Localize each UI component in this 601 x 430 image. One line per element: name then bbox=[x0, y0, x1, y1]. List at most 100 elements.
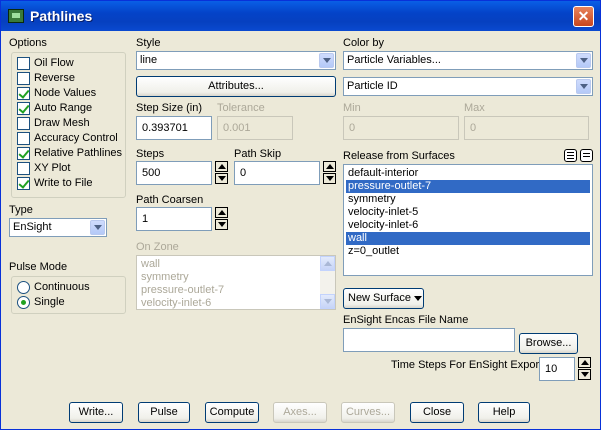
list-item[interactable]: velocity-inlet-5 bbox=[346, 206, 590, 219]
write-to-file-label: Write to File bbox=[34, 177, 93, 189]
attributes-button[interactable]: Attributes... bbox=[136, 76, 336, 97]
chevron-down-icon bbox=[413, 295, 422, 301]
help-button[interactable]: Help bbox=[478, 402, 530, 423]
list-item[interactable]: velocity-inlet-6 bbox=[346, 219, 590, 232]
chevron-down-icon[interactable] bbox=[319, 53, 334, 68]
list-item: wall bbox=[141, 258, 160, 270]
reverse-checkbox[interactable] bbox=[17, 72, 30, 85]
path-skip-spinner[interactable] bbox=[323, 161, 336, 185]
reverse-label: Reverse bbox=[34, 72, 75, 84]
tolerance-value: 0.001 bbox=[223, 122, 251, 134]
browse-button[interactable]: Browse... bbox=[519, 333, 578, 354]
close-window-button[interactable]: ✕ bbox=[573, 6, 594, 27]
path-skip-value: 0 bbox=[240, 167, 247, 179]
xy-plot-label: XY Plot bbox=[34, 162, 71, 174]
window-title: Pathlines bbox=[30, 8, 93, 24]
time-steps-spinner[interactable] bbox=[578, 357, 591, 381]
path-coarsen-increment-button[interactable] bbox=[215, 207, 228, 218]
on-zone-label: On Zone bbox=[136, 241, 179, 253]
steps-decrement-button[interactable] bbox=[215, 173, 228, 184]
close-button[interactable]: Close bbox=[410, 402, 464, 423]
path-coarsen-decrement-button[interactable] bbox=[215, 219, 228, 230]
on-zone-list: wall symmetry pressure-outlet-7 velocity… bbox=[136, 255, 336, 310]
time-steps-decrement-button[interactable] bbox=[578, 369, 591, 380]
deselect-all-icon[interactable] bbox=[580, 149, 593, 162]
path-skip-decrement-button[interactable] bbox=[323, 173, 336, 184]
path-coarsen-value: 1 bbox=[142, 213, 149, 225]
path-coarsen-spinner[interactable] bbox=[215, 207, 228, 231]
pulse-button[interactable]: Pulse bbox=[138, 402, 190, 423]
path-coarsen-input[interactable]: 1 bbox=[136, 207, 212, 231]
title-bar[interactable]: Pathlines ✕ bbox=[1, 1, 600, 31]
node-values-label: Node Values bbox=[34, 87, 97, 99]
path-coarsen-label: Path Coarsen bbox=[136, 194, 204, 206]
write-button[interactable]: Write... bbox=[69, 402, 123, 423]
color-by-variable-dropdown[interactable]: Particle ID bbox=[343, 77, 593, 96]
list-item[interactable]: z=0_outlet bbox=[346, 245, 590, 258]
time-steps-value: 10 bbox=[545, 363, 558, 375]
options-label: Options bbox=[9, 37, 47, 49]
steps-input[interactable]: 500 bbox=[136, 161, 212, 185]
xy-plot-checkbox[interactable] bbox=[17, 162, 30, 175]
single-radio[interactable] bbox=[17, 296, 30, 309]
single-label: Single bbox=[34, 296, 65, 308]
auto-range-label: Auto Range bbox=[34, 102, 93, 114]
steps-value: 500 bbox=[142, 167, 161, 179]
tolerance-input: 0.001 bbox=[217, 116, 293, 140]
select-all-icon[interactable] bbox=[564, 149, 577, 162]
type-dropdown-value: EnSight bbox=[13, 221, 52, 233]
new-surface-label: New Surface bbox=[348, 292, 411, 304]
steps-spinner[interactable] bbox=[215, 161, 228, 185]
steps-label: Steps bbox=[136, 148, 165, 160]
steps-increment-button[interactable] bbox=[215, 161, 228, 172]
list-item[interactable]: default-interior bbox=[346, 167, 590, 180]
relative-pathlines-label: Relative Pathlines bbox=[34, 147, 123, 159]
max-input: 0 bbox=[464, 116, 589, 140]
max-value: 0 bbox=[470, 122, 477, 134]
step-size-input[interactable]: 0.393701 bbox=[136, 116, 212, 140]
chevron-down-icon[interactable] bbox=[576, 79, 591, 94]
write-to-file-checkbox[interactable] bbox=[17, 177, 30, 190]
release-surfaces-list[interactable]: default-interior pressure-outlet-7 symme… bbox=[343, 164, 593, 276]
list-item[interactable]: wall bbox=[346, 232, 590, 245]
list-item[interactable]: pressure-outlet-7 bbox=[346, 180, 590, 193]
release-from-surfaces-label: Release from Surfaces bbox=[343, 150, 455, 162]
color-by-category-value: Particle Variables... bbox=[347, 54, 441, 66]
scroll-down-icon bbox=[320, 294, 335, 309]
time-steps-input[interactable]: 10 bbox=[539, 357, 575, 381]
time-steps-increment-button[interactable] bbox=[578, 357, 591, 368]
min-value: 0 bbox=[349, 122, 356, 134]
curves-button: Curves... bbox=[341, 402, 395, 423]
accuracy-control-label: Accuracy Control bbox=[34, 132, 118, 144]
compute-button[interactable]: Compute bbox=[205, 402, 259, 423]
ensight-file-input[interactable] bbox=[343, 328, 515, 352]
scroll-up-icon bbox=[320, 256, 335, 271]
color-by-label: Color by bbox=[343, 37, 384, 49]
step-size-label: Step Size (in) bbox=[136, 102, 203, 114]
path-skip-label: Path Skip bbox=[234, 148, 282, 160]
type-dropdown[interactable]: EnSight bbox=[9, 218, 107, 237]
chevron-down-icon[interactable] bbox=[90, 220, 105, 235]
auto-range-checkbox[interactable] bbox=[17, 102, 30, 115]
path-skip-increment-button[interactable] bbox=[323, 161, 336, 172]
path-skip-input[interactable]: 0 bbox=[234, 161, 320, 185]
app-icon bbox=[8, 9, 24, 23]
oil-flow-label: Oil Flow bbox=[34, 57, 74, 69]
new-surface-button[interactable]: New Surface bbox=[343, 288, 424, 309]
axes-button: Axes... bbox=[273, 402, 327, 423]
accuracy-control-checkbox[interactable] bbox=[17, 132, 30, 145]
time-steps-label: Time Steps For EnSight Export bbox=[391, 359, 543, 371]
style-dropdown-value: line bbox=[140, 54, 158, 66]
min-label: Min bbox=[343, 102, 361, 114]
tolerance-label: Tolerance bbox=[217, 102, 265, 114]
continuous-radio[interactable] bbox=[17, 281, 30, 294]
color-by-category-dropdown[interactable]: Particle Variables... bbox=[343, 51, 593, 70]
draw-mesh-checkbox[interactable] bbox=[17, 117, 30, 130]
node-values-checkbox[interactable] bbox=[17, 87, 30, 100]
relative-pathlines-checkbox[interactable] bbox=[17, 147, 30, 160]
list-item[interactable]: symmetry bbox=[346, 193, 590, 206]
chevron-down-icon[interactable] bbox=[576, 53, 591, 68]
on-zone-scrollbar bbox=[320, 256, 335, 309]
style-dropdown[interactable]: line bbox=[136, 51, 336, 70]
oil-flow-checkbox[interactable] bbox=[17, 57, 30, 70]
